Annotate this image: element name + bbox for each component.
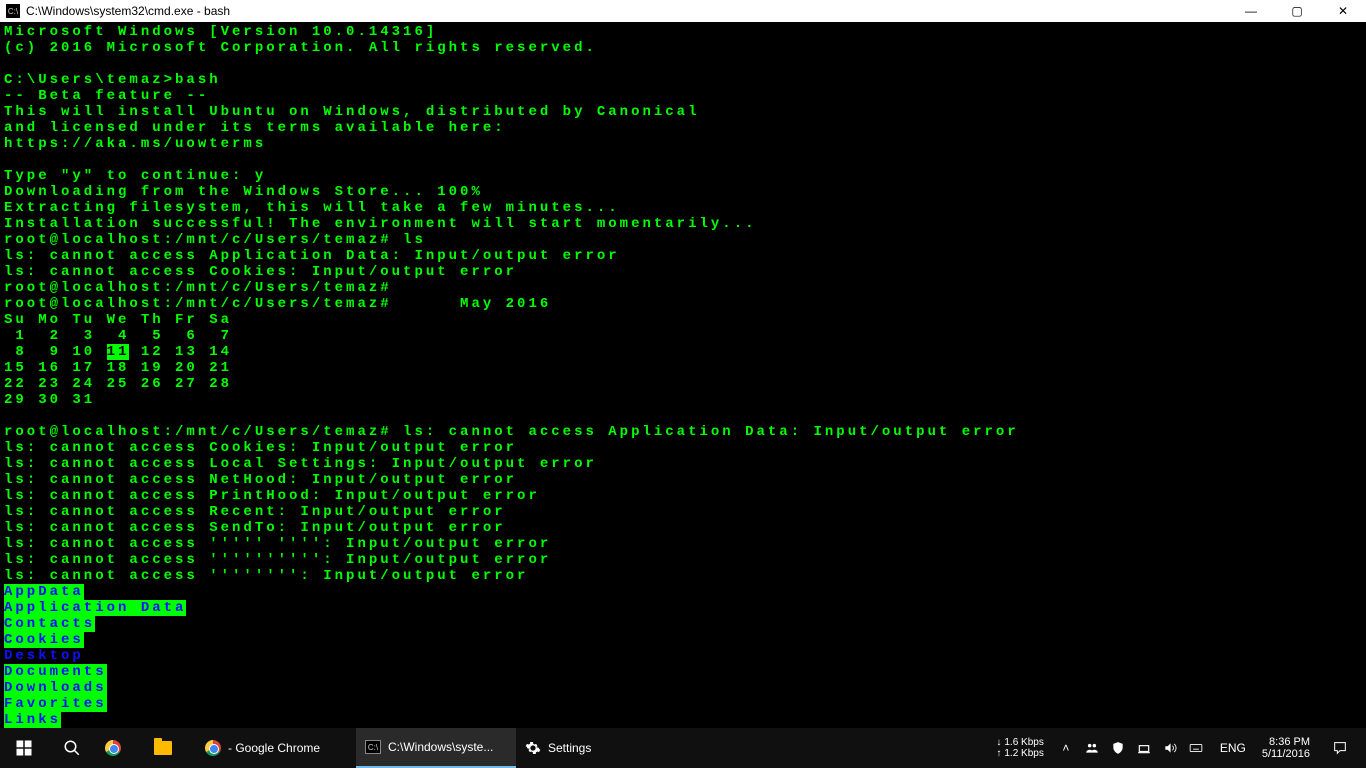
clock-time: 8:36 PM <box>1262 736 1310 748</box>
terminal-line: ls: cannot access Cookies: Input/output … <box>4 440 517 456</box>
taskbar: - Google Chrome C:\ C:\Windows\syste... … <box>0 728 1366 768</box>
window-title: C:\Windows\system32\cmd.exe - bash <box>26 4 230 18</box>
terminal-line: -- Beta feature -- <box>4 88 209 104</box>
terminal-line: 29 30 31 <box>4 392 95 408</box>
terminal-line: ls: cannot access Local Settings: Input/… <box>4 456 597 472</box>
keyboard-icon[interactable] <box>1188 740 1204 756</box>
terminal-line: (c) 2016 Microsoft Corporation. All righ… <box>4 40 597 56</box>
terminal-line: https://aka.ms/uowterms <box>4 136 266 152</box>
terminal-line: ls: cannot access Recent: Input/output e… <box>4 504 506 520</box>
network-icon[interactable] <box>1136 740 1152 756</box>
terminal-line: root@localhost:/mnt/c/Users/temaz# ls: c… <box>4 424 1019 440</box>
directory-entry: Application Data <box>4 600 186 616</box>
folder-icon <box>154 741 172 755</box>
net-down-value: 1.6 Kbps <box>1004 737 1043 748</box>
terminal-line: ls: cannot access Application Data: Inpu… <box>4 248 620 264</box>
search-button[interactable] <box>48 728 96 768</box>
directory-entry: Contacts <box>4 616 95 632</box>
terminal-line: Su Mo Tu We Th Fr Sa <box>4 312 232 328</box>
taskbar-app-chrome-running[interactable]: - Google Chrome <box>196 728 356 768</box>
taskbar-label: C:\Windows\syste... <box>388 740 493 754</box>
gear-icon <box>524 739 542 757</box>
close-button[interactable]: ✕ <box>1320 0 1366 22</box>
net-up-value: 1.2 Kbps <box>1004 748 1043 759</box>
terminal-line: ls: cannot access '''''''': Input/output… <box>4 568 528 584</box>
taskbar-label: - Google Chrome <box>228 741 320 755</box>
terminal-line: 22 23 24 25 26 27 28 <box>4 376 232 392</box>
system-tray: ↓1.6 Kbps ↑1.2 Kbps ˄ ENG 8:36 PM 5/11/2… <box>996 728 1366 768</box>
search-icon <box>63 739 81 757</box>
chrome-icon <box>205 740 221 756</box>
cmd-window-icon: C:\ <box>6 4 20 18</box>
directory-entry: AppData <box>4 584 84 600</box>
terminal-line: and licensed under its terms available h… <box>4 120 506 136</box>
tray-chevron-up-icon[interactable]: ˄ <box>1058 740 1074 756</box>
calendar-today: 11 <box>107 344 130 360</box>
volume-icon[interactable] <box>1162 740 1178 756</box>
notification-icon <box>1332 740 1348 756</box>
terminal-line: ls: cannot access Cookies: Input/output … <box>4 264 517 280</box>
terminal-line: Type "y" to continue: y <box>4 168 266 184</box>
terminal-line: Installation successful! The environment… <box>4 216 757 232</box>
start-button[interactable] <box>0 728 48 768</box>
terminal-line: root@localhost:/mnt/c/Users/temaz# May 2… <box>4 296 551 312</box>
window-titlebar: C:\ C:\Windows\system32\cmd.exe - bash ―… <box>0 0 1366 22</box>
clock-date: 5/11/2016 <box>1262 748 1310 760</box>
taskbar-label: Settings <box>548 741 591 755</box>
terminal-line: This will install Ubuntu on Windows, dis… <box>4 104 699 120</box>
directory-entry: Favorites <box>4 696 107 712</box>
taskbar-app-chrome-pinned[interactable] <box>96 728 146 768</box>
directory-entry: Desktop <box>4 648 84 664</box>
network-speed-indicator[interactable]: ↓1.6 Kbps ↑1.2 Kbps <box>996 737 1047 759</box>
defender-icon[interactable] <box>1110 740 1126 756</box>
up-arrow-icon: ↑ <box>996 748 1001 759</box>
action-center-button[interactable] <box>1320 728 1360 768</box>
maximize-button[interactable]: ▢ <box>1274 0 1320 22</box>
terminal-line: Extracting filesystem, this will take a … <box>4 200 620 216</box>
terminal-line: 1 2 3 4 5 6 7 <box>4 328 232 344</box>
taskbar-app-explorer[interactable] <box>146 728 196 768</box>
people-icon[interactable] <box>1084 740 1100 756</box>
taskbar-app-cmd[interactable]: C:\ C:\Windows\syste... <box>356 728 516 768</box>
terminal-line: Downloading from the Windows Store... 10… <box>4 184 483 200</box>
taskbar-app-settings[interactable]: Settings <box>516 728 676 768</box>
terminal-line: Microsoft Windows [Version 10.0.14316] <box>4 24 437 40</box>
directory-entry: Links <box>4 712 61 728</box>
clock[interactable]: 8:36 PM 5/11/2016 <box>1256 736 1316 760</box>
terminal-line: root@localhost:/mnt/c/Users/temaz# <box>4 280 392 296</box>
terminal-line: 15 16 17 18 19 20 21 <box>4 360 232 376</box>
terminal-line: ls: cannot access PrintHood: Input/outpu… <box>4 488 540 504</box>
language-indicator[interactable]: ENG <box>1214 741 1252 755</box>
cmd-icon: C:\ <box>365 740 381 754</box>
terminal-line: ls: cannot access ''''' '''': Input/outp… <box>4 536 551 552</box>
minimize-button[interactable]: ― <box>1228 0 1274 22</box>
directory-entry: Documents <box>4 664 107 680</box>
down-arrow-icon: ↓ <box>996 737 1001 748</box>
terminal-output[interactable]: Microsoft Windows [Version 10.0.14316] (… <box>0 22 1366 730</box>
terminal-line: ls: cannot access '''''''''': Input/outp… <box>4 552 551 568</box>
terminal-line: 12 13 14 <box>129 344 232 360</box>
terminal-line: 8 9 10 <box>4 344 107 360</box>
chrome-icon <box>105 740 121 756</box>
directory-entry: Downloads <box>4 680 107 696</box>
terminal-line: ls: cannot access SendTo: Input/output e… <box>4 520 506 536</box>
terminal-line: ls: cannot access NetHood: Input/output … <box>4 472 517 488</box>
directory-entry: Cookies <box>4 632 84 648</box>
terminal-line: root@localhost:/mnt/c/Users/temaz# ls <box>4 232 426 248</box>
windows-icon <box>15 739 33 757</box>
terminal-line: C:\Users\temaz>bash <box>4 72 221 88</box>
